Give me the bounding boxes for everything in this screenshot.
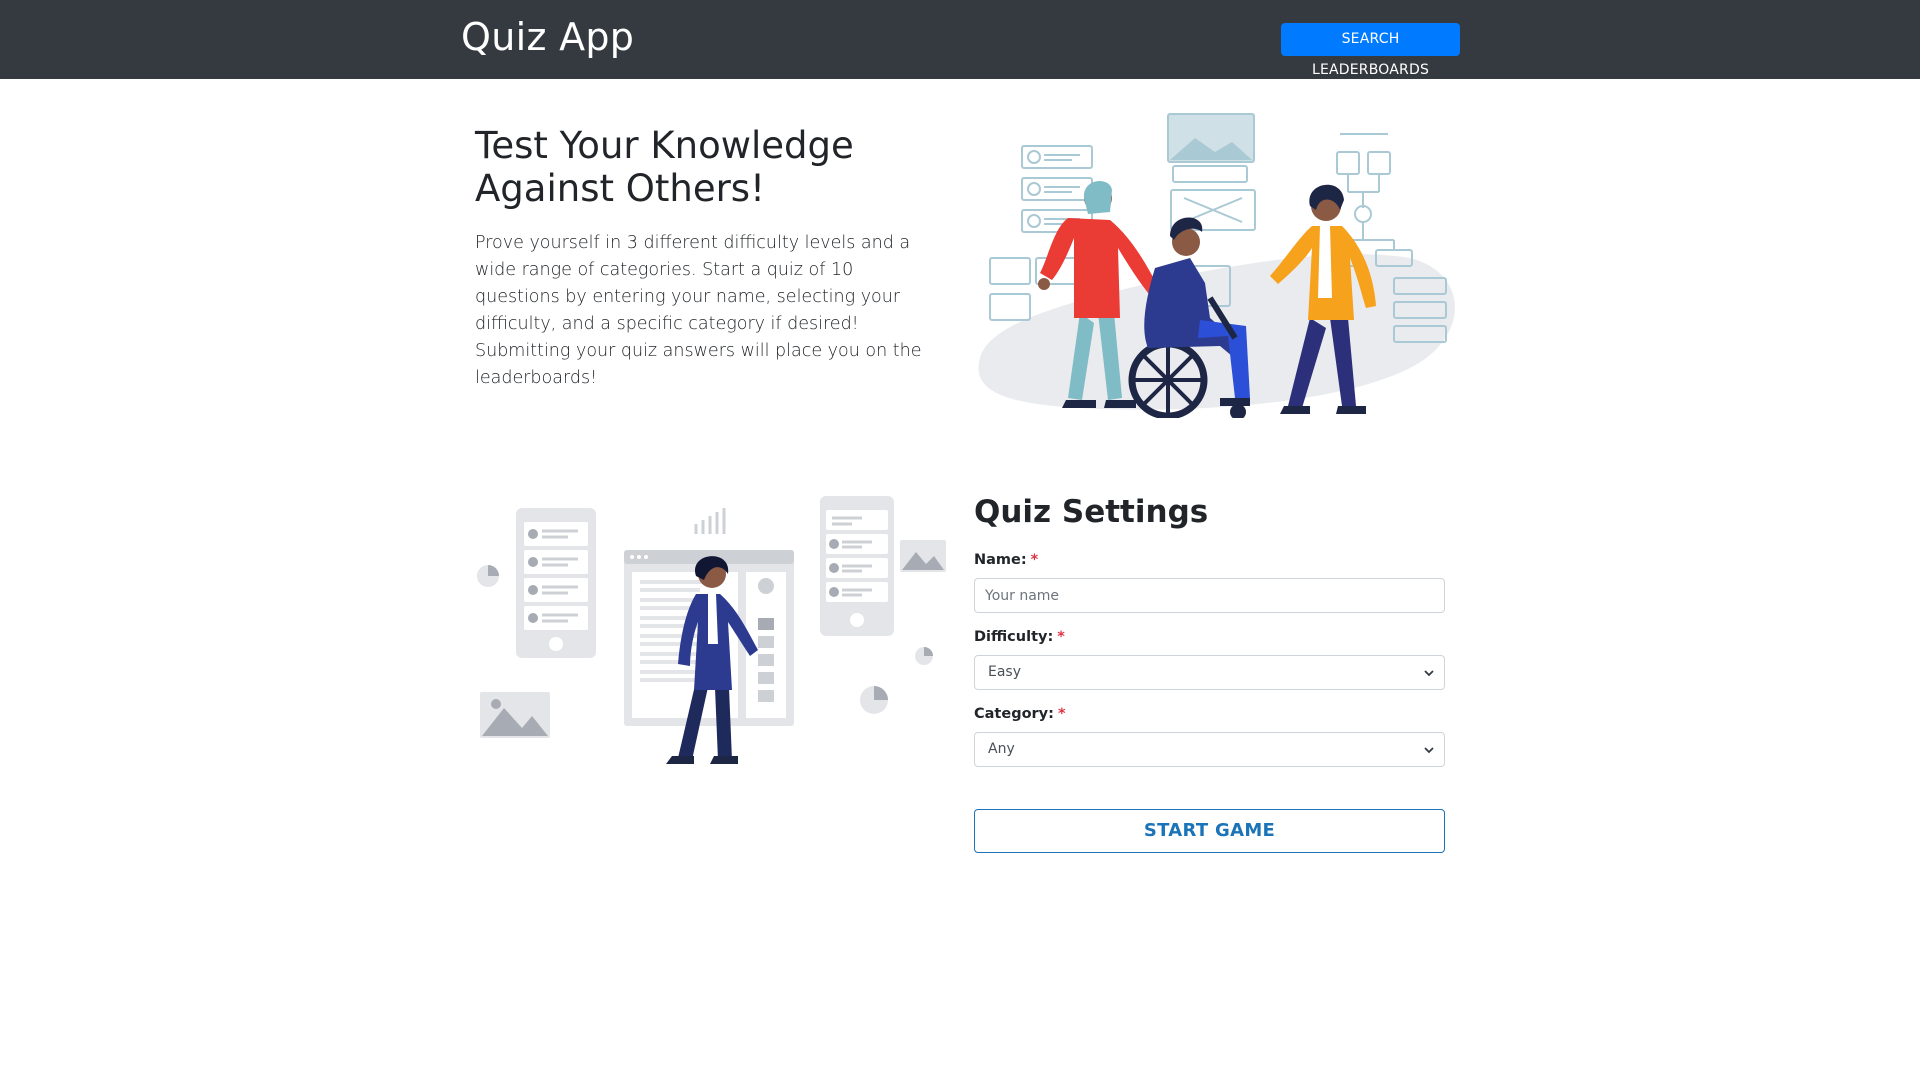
required-marker: *	[1057, 706, 1066, 722]
name-label: Name: *	[974, 552, 1038, 568]
start-game-button[interactable]: START GAME	[974, 809, 1445, 853]
name-input[interactable]	[974, 578, 1445, 613]
category-label: Category: *	[974, 706, 1066, 722]
top-navbar: Quiz App SEARCH LEADERBOARDS	[0, 0, 1920, 79]
difficulty-select[interactable]: Easy	[974, 655, 1445, 690]
difficulty-selected-value: Easy	[988, 664, 1022, 680]
quiz-settings-title: Quiz Settings	[974, 494, 1209, 530]
name-label-text: Name:	[974, 552, 1027, 568]
category-label-text: Category:	[974, 706, 1054, 722]
hero-description: Prove yourself in 3 different difficulty…	[475, 233, 922, 388]
chevron-down-icon	[1424, 747, 1434, 754]
category-select[interactable]: Any	[974, 732, 1445, 767]
chevron-down-icon	[1424, 670, 1434, 677]
dashboard-illustration	[477, 496, 946, 764]
difficulty-label-text: Difficulty:	[974, 629, 1054, 645]
collaboration-illustration	[978, 113, 1455, 418]
difficulty-label: Difficulty: *	[974, 629, 1065, 645]
hero-title-line1: Test Your Knowledge	[475, 124, 854, 167]
required-marker: *	[1057, 629, 1065, 645]
search-leaderboards-button[interactable]: SEARCH LEADERBOARDS	[1281, 23, 1460, 78]
hero-title: Test Your Knowledge Against Others!	[475, 124, 935, 210]
category-selected-value: Any	[988, 741, 1015, 757]
hero-title-line2: Against Others!	[475, 167, 765, 210]
app-brand[interactable]: Quiz App	[461, 15, 634, 59]
required-marker: *	[1030, 552, 1039, 568]
